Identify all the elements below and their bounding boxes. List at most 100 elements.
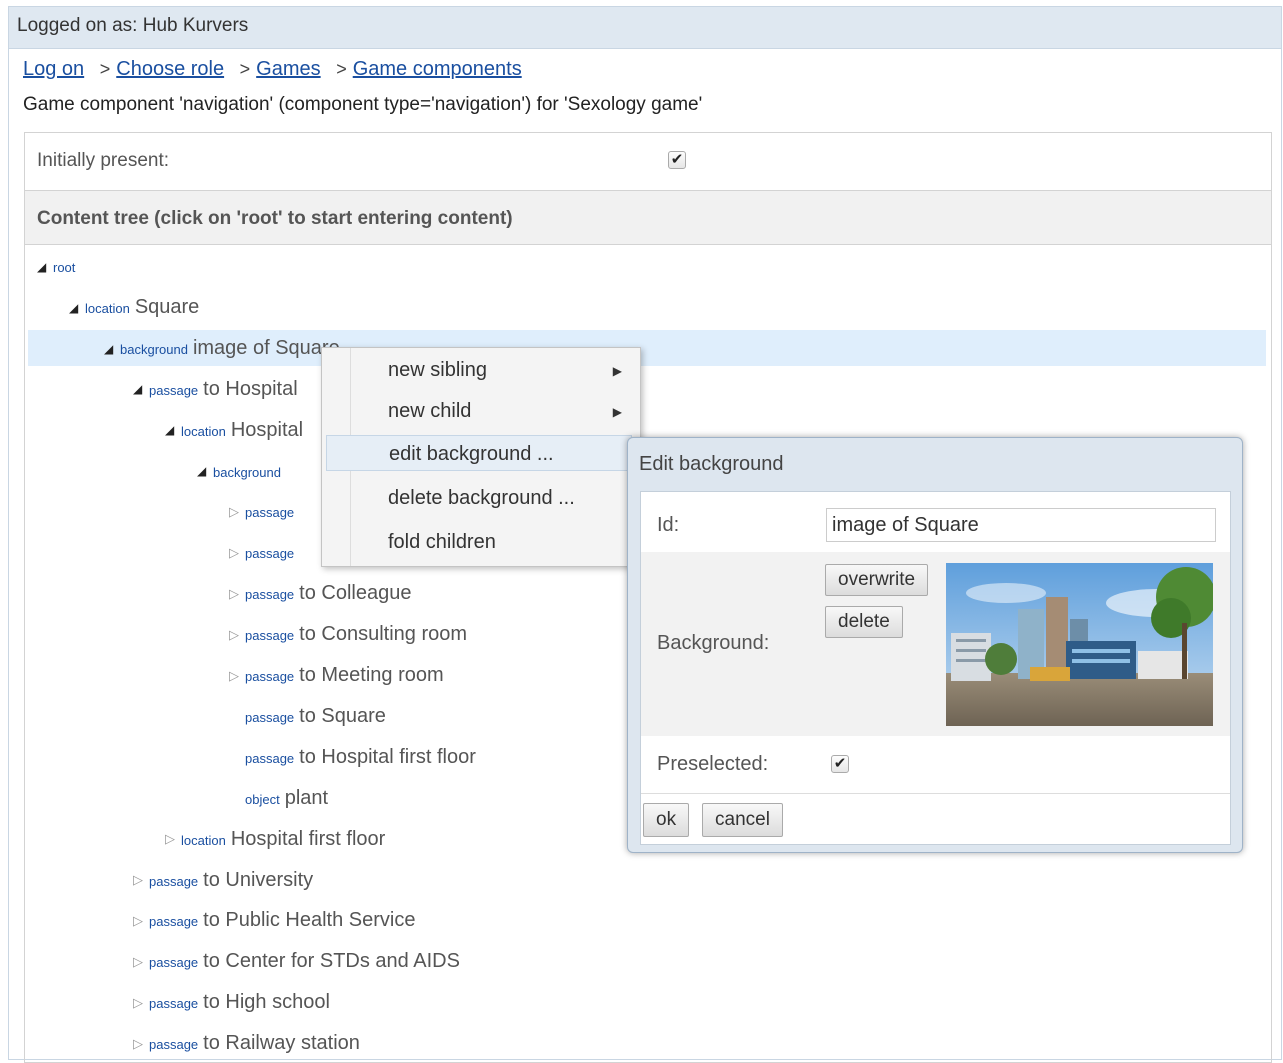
node-type[interactable]: passage xyxy=(149,914,198,929)
tree-node[interactable]: ◢ location Hospital xyxy=(165,412,303,448)
node-type[interactable]: root xyxy=(53,260,75,275)
node-label[interactable]: to Consulting room xyxy=(299,623,467,645)
tree-node[interactable]: ◢ passage to Hospital xyxy=(133,371,298,407)
breadcrumb-separator: > xyxy=(99,59,111,79)
menu-item-label: delete background ... xyxy=(388,487,575,509)
node-label[interactable]: to Colleague xyxy=(299,582,411,604)
node-type[interactable]: passage xyxy=(245,710,294,725)
expanded-toggle-icon[interactable]: ◢ xyxy=(37,249,53,285)
collapsed-toggle-icon[interactable]: ▷ xyxy=(229,658,245,694)
node-type[interactable]: passage xyxy=(245,505,294,520)
delete-button[interactable]: delete xyxy=(825,606,903,638)
tree-node[interactable]: ◢ location Square xyxy=(69,289,199,325)
menu-item-delete-background[interactable]: delete background ... xyxy=(326,480,632,516)
collapsed-toggle-icon[interactable]: ▷ xyxy=(229,535,245,571)
node-label[interactable]: to Square xyxy=(299,705,386,727)
expanded-toggle-icon[interactable]: ◢ xyxy=(69,290,85,326)
node-label[interactable]: to Hospital xyxy=(203,378,298,400)
preselected-checkbox[interactable]: ✔ xyxy=(831,755,849,773)
node-label[interactable]: to Hospital first floor xyxy=(299,746,476,768)
node-type[interactable]: location xyxy=(181,424,226,439)
edit-background-dialog: Edit background Id: Background: overwrit… xyxy=(627,437,1243,853)
cancel-button[interactable]: cancel xyxy=(702,803,783,837)
overwrite-button[interactable]: overwrite xyxy=(825,564,929,596)
node-type[interactable]: passage xyxy=(245,669,294,684)
ok-button[interactable]: ok xyxy=(643,803,690,837)
node-label[interactable]: plant xyxy=(285,787,328,809)
node-type[interactable]: background xyxy=(120,342,188,357)
tree-node[interactable]: ▷ passage to Consulting room xyxy=(229,616,467,652)
node-label[interactable]: to Center for STDs and AIDS xyxy=(203,950,460,972)
expanded-toggle-icon[interactable]: ◢ xyxy=(165,412,181,448)
id-label: Id: xyxy=(657,514,680,536)
tree-node[interactable]: ▷ passage to High school xyxy=(133,984,330,1020)
tree-node[interactable]: object plant xyxy=(229,780,328,816)
node-type[interactable]: passage xyxy=(245,628,294,643)
node-label[interactable]: image of Square xyxy=(193,337,340,359)
node-type[interactable]: passage xyxy=(245,587,294,602)
node-type[interactable]: passage xyxy=(149,383,198,398)
initially-present-checkbox[interactable]: ✔ xyxy=(668,151,686,169)
node-label[interactable]: to Meeting room xyxy=(299,664,444,686)
node-type[interactable]: passage xyxy=(149,874,198,889)
node-type[interactable]: location xyxy=(85,301,130,316)
tree-node[interactable]: ▷ passage xyxy=(229,534,299,570)
node-type[interactable]: passage xyxy=(149,996,198,1011)
node-type[interactable]: passage xyxy=(149,1037,198,1052)
expanded-toggle-icon[interactable]: ◢ xyxy=(133,371,149,407)
tree-node[interactable]: passage to Hospital first floor xyxy=(229,739,476,775)
collapsed-toggle-icon[interactable]: ▷ xyxy=(165,821,181,857)
node-type[interactable]: location xyxy=(181,833,226,848)
node-label[interactable]: to High school xyxy=(203,991,330,1013)
node-label[interactable]: Hospital xyxy=(231,419,303,441)
node-type[interactable]: passage xyxy=(149,955,198,970)
breadcrumb-games[interactable]: Games xyxy=(256,58,320,80)
id-input[interactable] xyxy=(826,508,1216,542)
collapsed-toggle-icon[interactable]: ▷ xyxy=(133,862,149,898)
node-label[interactable]: to Railway station xyxy=(203,1032,360,1054)
collapsed-toggle-icon[interactable]: ▷ xyxy=(133,944,149,980)
expanded-toggle-icon[interactable]: ◢ xyxy=(197,453,213,489)
collapsed-toggle-icon[interactable]: ▷ xyxy=(229,617,245,653)
breadcrumb-log-on[interactable]: Log on xyxy=(23,58,84,80)
expanded-toggle-icon[interactable]: ◢ xyxy=(104,331,120,367)
tree-node[interactable]: ▷ passage to Center for STDs and AIDS xyxy=(133,943,460,979)
node-label[interactable]: to University xyxy=(203,869,313,891)
node-label[interactable]: to Public Health Service xyxy=(203,909,415,931)
tree-node[interactable]: ▷ passage to Railway station xyxy=(133,1025,360,1061)
tree-node[interactable]: ▷ passage xyxy=(229,493,299,529)
breadcrumb: Log on > Choose role > Games > Game compone… xyxy=(23,58,522,81)
dialog-title: Edit background xyxy=(639,453,784,475)
node-type[interactable]: object xyxy=(245,792,280,807)
menu-item-new-sibling[interactable]: new sibling ▶ xyxy=(326,352,632,388)
tree-node[interactable]: ▷ passage to University xyxy=(133,862,313,898)
node-type[interactable]: background xyxy=(213,465,281,480)
tree-node[interactable]: ▷ passage to Colleague xyxy=(229,575,411,611)
menu-item-new-child[interactable]: new child ▶ xyxy=(326,393,632,429)
menu-item-fold-children[interactable]: fold children xyxy=(326,524,632,560)
submenu-arrow-icon: ▶ xyxy=(612,405,622,419)
collapsed-toggle-icon[interactable]: ▷ xyxy=(133,985,149,1021)
node-label[interactable]: Hospital first floor xyxy=(231,828,386,850)
submenu-arrow-icon: ▶ xyxy=(612,364,622,378)
node-type[interactable]: passage xyxy=(245,751,294,766)
collapsed-toggle-icon[interactable]: ▷ xyxy=(229,576,245,612)
tree-node[interactable]: ▷ location Hospital first floor xyxy=(165,821,385,857)
tree-node[interactable]: ▷ passage to Public Health Service xyxy=(133,902,415,938)
dialog-body: Id: Background: overwrite delete xyxy=(640,491,1231,845)
breadcrumb-choose-role[interactable]: Choose role xyxy=(116,58,224,80)
tree-node[interactable]: ▷ passage to Meeting room xyxy=(229,657,444,693)
node-type[interactable]: passage xyxy=(245,546,294,561)
collapsed-toggle-icon[interactable]: ▷ xyxy=(229,494,245,530)
content-tree-header: Content tree (click on 'root' to start e… xyxy=(24,190,1272,245)
tree-node[interactable]: passage to Square xyxy=(229,698,386,734)
tree-node[interactable]: ◢ background xyxy=(197,453,286,489)
breadcrumb-game-components[interactable]: Game components xyxy=(353,58,522,80)
menu-item-edit-background[interactable]: edit background ... xyxy=(326,435,632,471)
tree-node[interactable]: ◢ root xyxy=(37,248,80,284)
node-label[interactable]: Square xyxy=(135,296,200,318)
tree-node[interactable]: ◢ background image of Square xyxy=(28,329,1266,367)
dialog-separator xyxy=(641,793,1230,794)
collapsed-toggle-icon[interactable]: ▷ xyxy=(133,903,149,939)
collapsed-toggle-icon[interactable]: ▷ xyxy=(133,1026,149,1062)
